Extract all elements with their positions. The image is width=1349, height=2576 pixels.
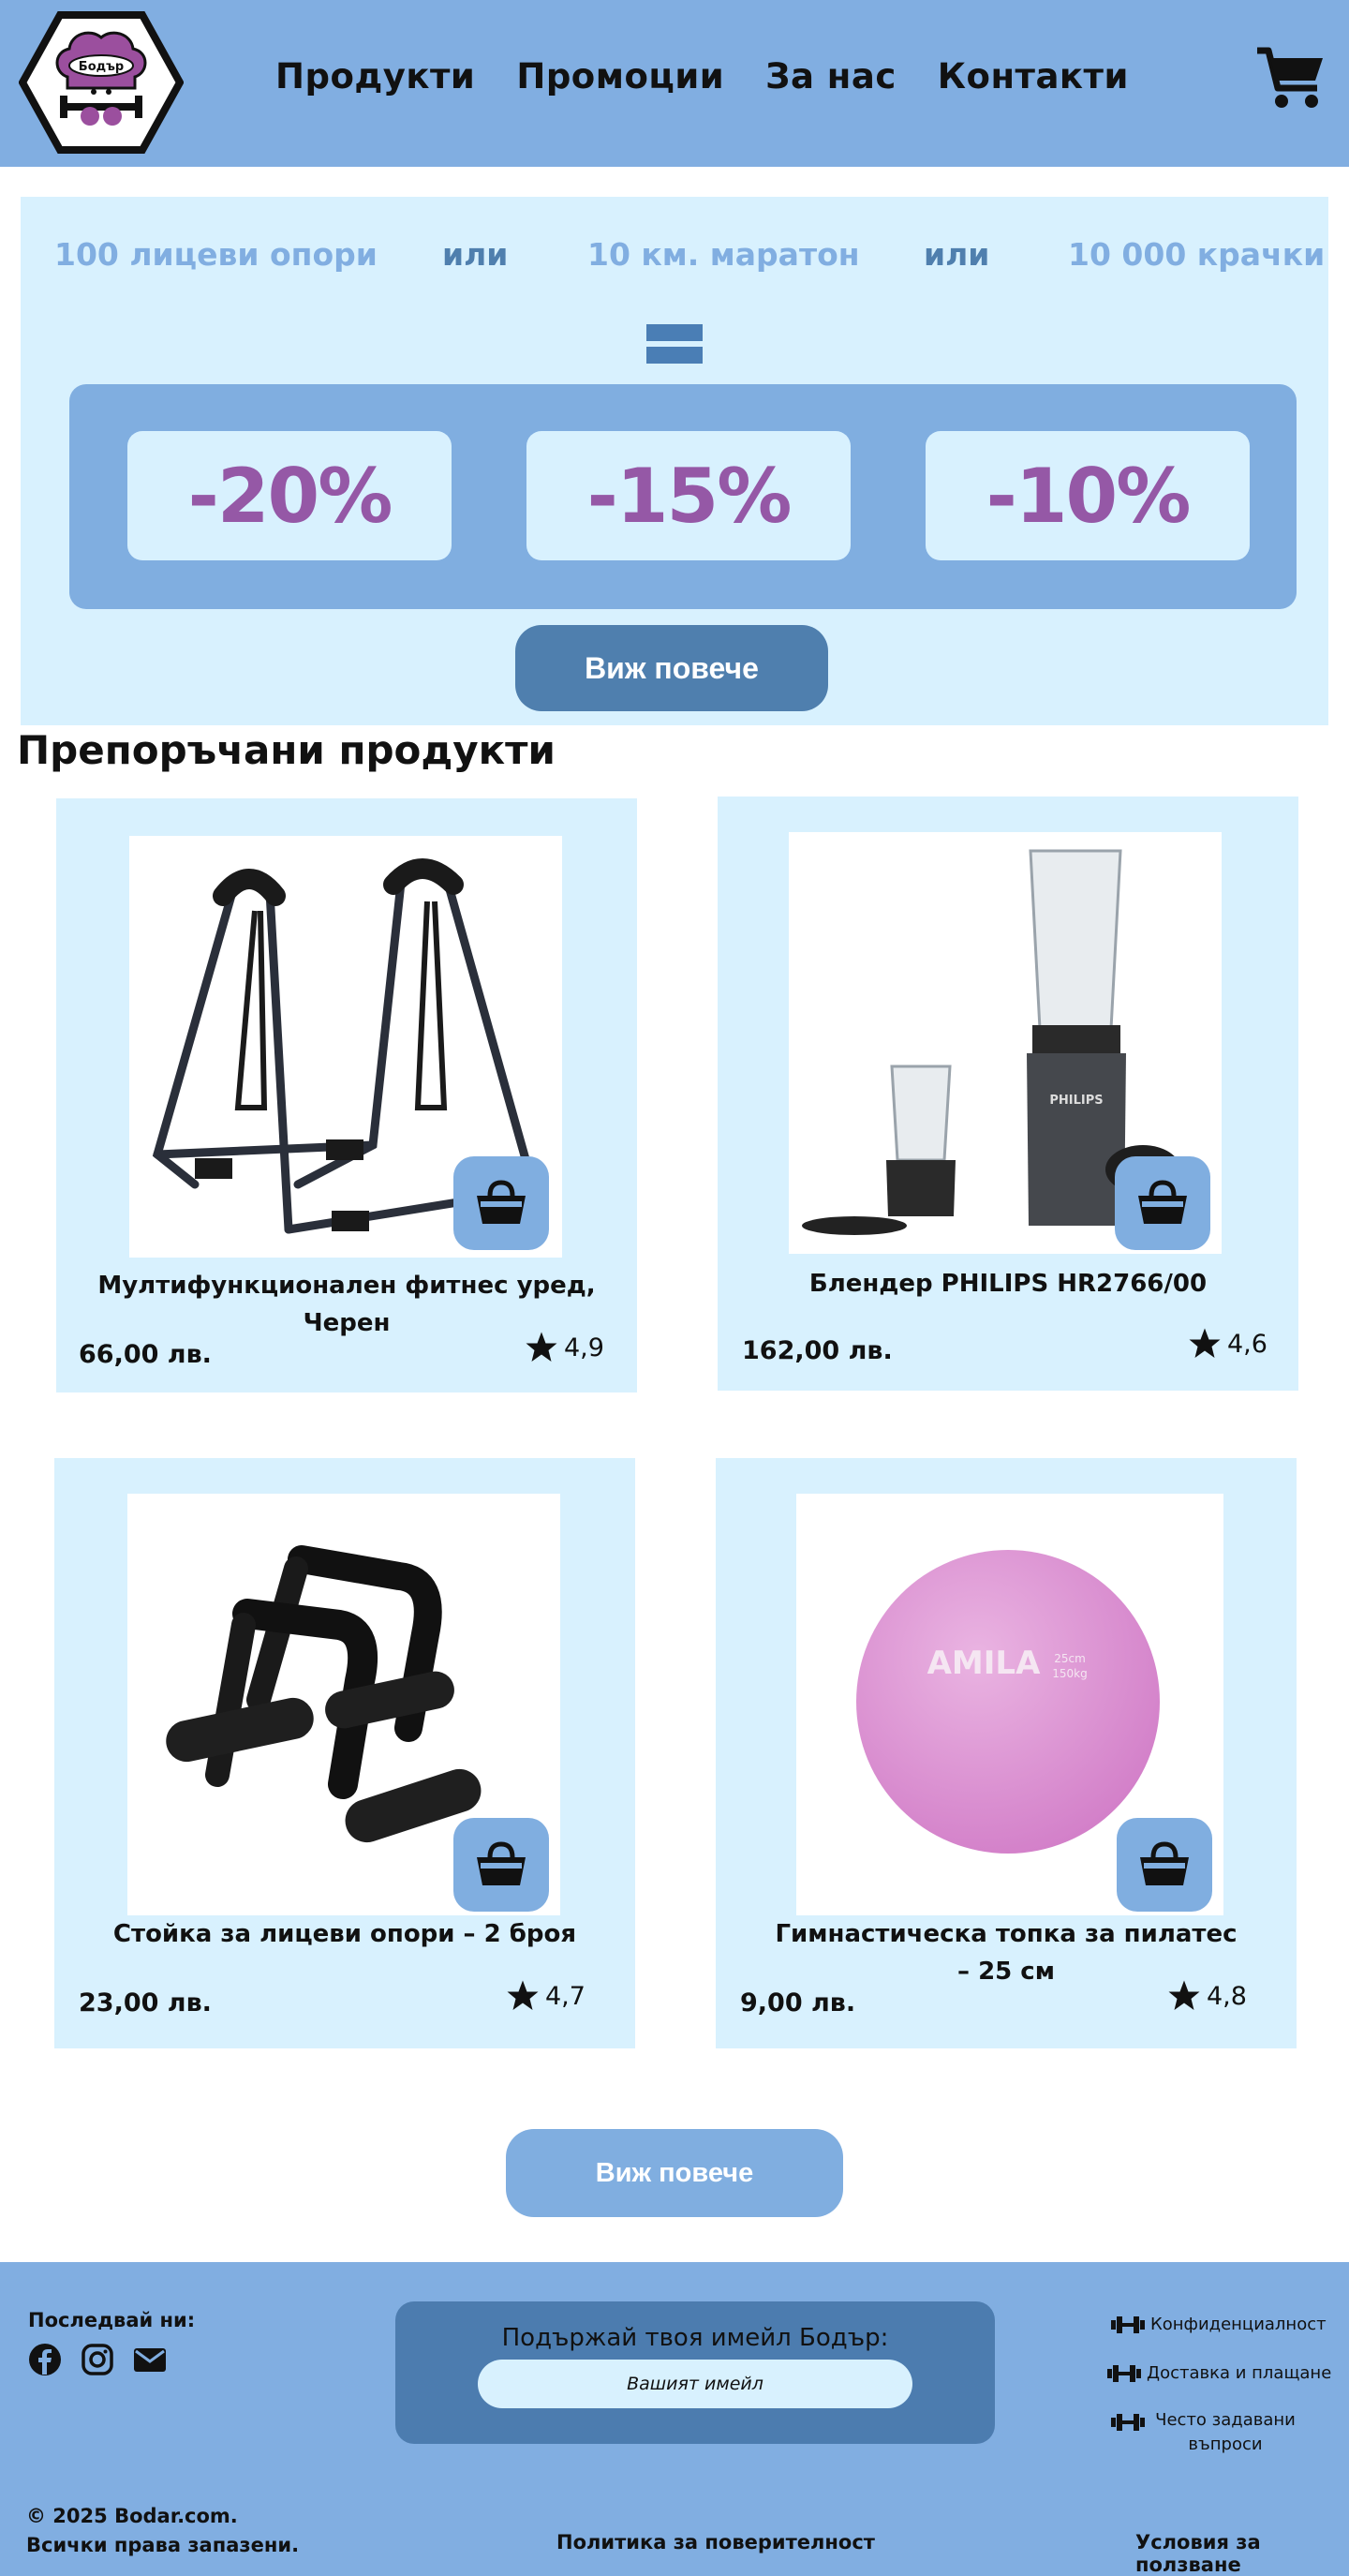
product-price: 66,00 лв. — [79, 1340, 212, 1369]
svg-text:25cm: 25cm — [1054, 1652, 1086, 1665]
product-rating: 4,8 — [1167, 1979, 1247, 2013]
footer-link-faq[interactable]: Често задавани въпроси — [1109, 2410, 1300, 2457]
product-price: 23,00 лв. — [79, 1988, 212, 2018]
challenge-separator: или — [442, 236, 509, 273]
star-icon — [507, 1980, 539, 2010]
discount-badge: -15% — [526, 431, 851, 560]
rating-value: 4,7 — [545, 1981, 586, 2011]
add-to-basket-button[interactable] — [1115, 1156, 1210, 1250]
challenge-marathon: 10 км. маратон — [587, 236, 860, 273]
promo-see-more-button[interactable]: Виж повече — [515, 625, 828, 711]
email-icon[interactable] — [133, 2343, 167, 2376]
copyright-line: Всички права запазени. — [26, 2534, 300, 2556]
promo-challenges: 100 лицеви опори или 10 км. маратон или … — [21, 236, 1328, 283]
rating-value: 4,6 — [1227, 1329, 1267, 1359]
copyright-line: © 2025 Bodar.com. — [26, 2505, 238, 2527]
footer-link-label[interactable]: Често задавани въпроси — [1150, 2408, 1300, 2457]
discount-badge: -10% — [926, 431, 1250, 560]
product-card[interactable]: PHILIPS Блендер PHILIPS HR2766/00 162,00… — [718, 797, 1298, 1391]
basket-icon — [1140, 1841, 1189, 1885]
promo-banner: 100 лицеви опори или 10 км. маратон или … — [21, 197, 1328, 725]
challenge-pushups: 100 лицеви опори — [54, 236, 378, 273]
basket-icon — [477, 1180, 526, 1224]
cart-icon[interactable] — [1255, 45, 1327, 111]
add-to-basket-button[interactable] — [453, 1818, 549, 1912]
product-card[interactable]: Стойка за лицеви опори – 2 броя 23,00 лв… — [54, 1458, 635, 2048]
logo[interactable]: Бодър — [18, 11, 185, 154]
svg-text:AMILA: AMILA — [927, 1645, 1041, 1682]
follow-label: Последвай ни: — [28, 2309, 196, 2331]
privacy-policy-link[interactable]: Политика за поверителност — [556, 2531, 875, 2554]
copyright: © 2025 Bodar.com. Всички права запазени. — [26, 2502, 299, 2560]
site-footer: Последвай ни: Подържай твоя имейл Бодър:… — [0, 2262, 1349, 2576]
products-see-more-button[interactable]: Виж повече — [506, 2129, 843, 2217]
svg-text:150kg: 150kg — [1052, 1667, 1087, 1680]
svg-text:PHILIPS: PHILIPS — [1049, 1094, 1103, 1108]
product-name[interactable]: Блендер PHILIPS HR2766/00 — [736, 1265, 1280, 1303]
rating-value: 4,9 — [564, 1333, 604, 1362]
star-icon — [1189, 1328, 1221, 1358]
nav-products[interactable]: Продукти — [275, 56, 475, 97]
challenge-separator: или — [924, 236, 990, 273]
main-nav: Продукти Промоции За нас Контакти — [275, 56, 1129, 97]
add-to-basket-button[interactable] — [1117, 1818, 1212, 1912]
basket-icon — [1138, 1180, 1187, 1224]
rating-value: 4,8 — [1207, 1981, 1247, 2011]
social-links — [28, 2343, 167, 2376]
nav-promotions[interactable]: Промоции — [516, 56, 724, 97]
nav-contacts[interactable]: Контакти — [938, 56, 1129, 97]
challenge-steps: 10 000 крачки — [1068, 236, 1326, 273]
product-name[interactable]: Стойка за лицеви опори – 2 броя — [73, 1915, 616, 1953]
star-icon — [526, 1332, 557, 1362]
site-header: Бодър Продукти Промоции За нас Контакти — [0, 0, 1349, 167]
instagram-icon[interactable] — [81, 2343, 114, 2376]
discount-badge: -20% — [127, 431, 452, 560]
footer-link-label[interactable]: Доставка и плащане — [1147, 2363, 1331, 2383]
product-rating: 4,7 — [506, 1979, 586, 2013]
product-rating: 4,6 — [1188, 1327, 1267, 1361]
svg-text:Бодър: Бодър — [79, 60, 124, 74]
star-icon — [1168, 1980, 1200, 2010]
facebook-icon[interactable] — [28, 2343, 62, 2376]
terms-link[interactable]: Условия за ползване — [1135, 2531, 1349, 2576]
dumbbell-icon — [1111, 2414, 1145, 2431]
add-to-basket-button[interactable] — [453, 1156, 549, 1250]
footer-link-label[interactable]: Конфиденциалност — [1150, 2315, 1327, 2334]
dumbbell-icon — [1107, 2365, 1141, 2382]
product-price: 162,00 лв. — [742, 1336, 893, 1365]
nav-about[interactable]: За нас — [765, 56, 897, 97]
newsletter-box: Подържай твоя имейл Бодър: — [395, 2301, 995, 2444]
email-input[interactable] — [478, 2360, 912, 2408]
dumbbell-icon — [1111, 2316, 1145, 2333]
footer-link-privacy[interactable]: Конфиденциалност — [1109, 2315, 1327, 2335]
product-price: 9,00 лв. — [740, 1988, 856, 2018]
footer-link-delivery[interactable]: Доставка и плащане — [1105, 2363, 1331, 2384]
newsletter-title: Подържай твоя имейл Бодър: — [501, 2324, 889, 2352]
product-card[interactable]: AMILA 25cm 150kg Гимнастическа топка за … — [716, 1458, 1297, 2048]
discounts-panel: -20% -15% -10% — [69, 384, 1297, 609]
product-rating: 4,9 — [525, 1331, 604, 1364]
recommended-title: Препоръчани продукти — [17, 727, 556, 773]
equals-icon — [646, 315, 703, 364]
product-card[interactable]: Мултифункционален фитнес уред, Черен 66,… — [56, 798, 637, 1392]
basket-icon — [477, 1841, 526, 1885]
